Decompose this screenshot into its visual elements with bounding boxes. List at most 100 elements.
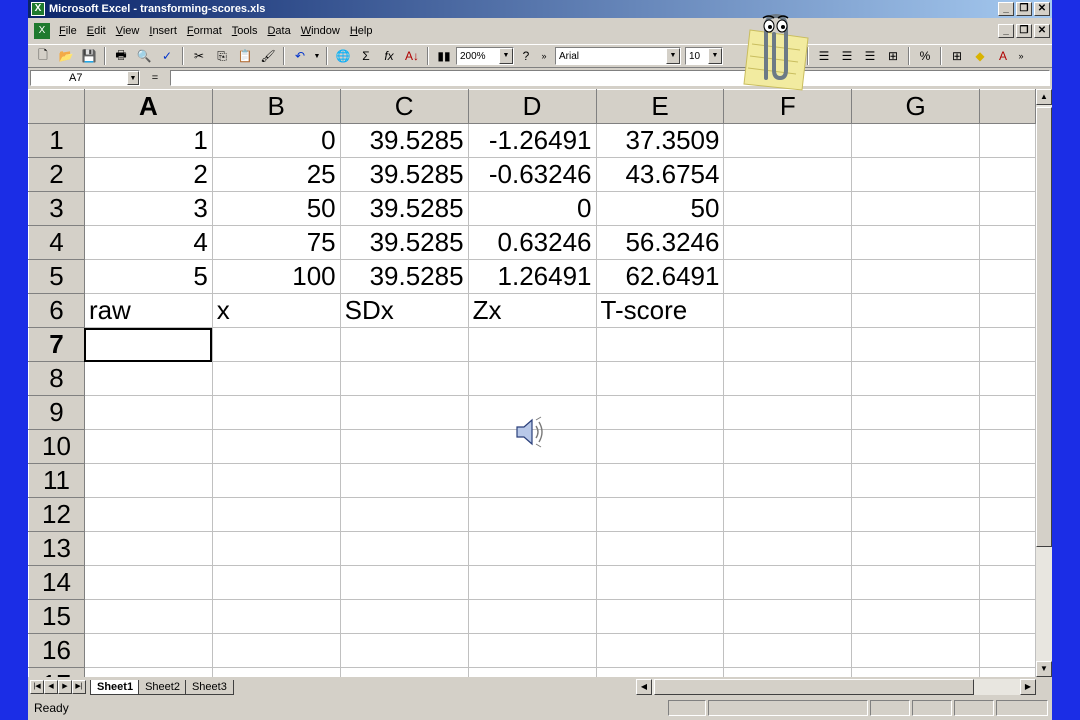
clippy-assistant-icon[interactable]	[736, 8, 816, 92]
cell-g8[interactable]	[851, 361, 981, 396]
scroll-up-icon[interactable]: ▲	[1036, 89, 1052, 105]
cell-b16[interactable]	[211, 633, 341, 668]
column-header-a[interactable]: A	[83, 89, 213, 124]
scroll-left-icon[interactable]: ◀	[636, 679, 652, 695]
zoom-select[interactable]: 200% ▼	[456, 47, 514, 65]
align-right-icon[interactable]: ☰	[859, 46, 881, 66]
row-header-12[interactable]: 12	[28, 497, 85, 532]
workbook-minimize-button[interactable]: _	[998, 24, 1014, 38]
cell-f12[interactable]	[723, 497, 853, 532]
scroll-right-icon[interactable]: ▶	[1020, 679, 1036, 695]
cell-f6[interactable]	[723, 293, 853, 328]
row-header-14[interactable]: 14	[28, 565, 85, 600]
cell-e4[interactable]: 56.3246	[595, 225, 725, 260]
cell-e3[interactable]: 50	[595, 191, 725, 226]
horizontal-scroll-thumb[interactable]	[654, 679, 974, 695]
row-header-13[interactable]: 13	[28, 531, 85, 566]
cell-f4[interactable]	[723, 225, 853, 260]
cell-b12[interactable]	[211, 497, 341, 532]
cell-c4[interactable]: 39.5285	[339, 225, 469, 260]
cell-f7[interactable]	[723, 327, 853, 362]
cell-c3[interactable]: 39.5285	[339, 191, 469, 226]
cell-f2[interactable]	[723, 157, 853, 192]
cell-d15[interactable]	[467, 599, 597, 634]
toolbar-more-icon[interactable]: »	[1015, 46, 1027, 66]
cell-a4[interactable]: 4	[83, 225, 213, 260]
autosum-icon[interactable]: Σ	[355, 46, 377, 66]
cell-a2[interactable]: 2	[83, 157, 213, 192]
row-header-9[interactable]: 9	[28, 395, 85, 430]
cell-f8[interactable]	[723, 361, 853, 396]
cell-d5[interactable]: 1.26491	[467, 259, 597, 294]
prev-sheet-icon[interactable]: ◀	[44, 680, 58, 694]
align-center-icon[interactable]: ☰	[836, 46, 858, 66]
cell-c9[interactable]	[339, 395, 469, 430]
cell-a17[interactable]	[83, 667, 213, 677]
title-bar[interactable]: X Microsoft Excel - transforming-scores.…	[28, 0, 1052, 18]
formula-input[interactable]	[170, 70, 1050, 86]
menu-insert[interactable]: Insert	[144, 25, 182, 37]
cell-e12[interactable]	[595, 497, 725, 532]
tab-sheet1[interactable]: Sheet1	[90, 679, 141, 695]
cell-g11[interactable]	[851, 463, 981, 498]
spelling-icon[interactable]: ✓	[156, 46, 178, 66]
cell-b13[interactable]	[211, 531, 341, 566]
cell-a14[interactable]	[83, 565, 213, 600]
cell-a5[interactable]: 5	[83, 259, 213, 294]
minimize-button[interactable]: _	[998, 2, 1014, 16]
cell-a7[interactable]	[83, 327, 213, 362]
cell-b9[interactable]	[211, 395, 341, 430]
cell-f11[interactable]	[723, 463, 853, 498]
column-header-d[interactable]: D	[467, 89, 597, 124]
workbook-icon[interactable]: X	[34, 23, 50, 39]
cell-d3[interactable]: 0	[467, 191, 597, 226]
cell-e15[interactable]	[595, 599, 725, 634]
cut-icon[interactable]: ✂	[188, 46, 210, 66]
cell-a15[interactable]	[83, 599, 213, 634]
hyperlink-icon[interactable]: 🌐	[332, 46, 354, 66]
menu-format[interactable]: Format	[182, 25, 227, 37]
cell-f13[interactable]	[723, 531, 853, 566]
close-button[interactable]: ✕	[1034, 2, 1050, 16]
last-sheet-icon[interactable]: ▶|	[72, 680, 86, 694]
function-icon[interactable]: fx	[378, 46, 400, 66]
menu-file[interactable]: File	[54, 25, 82, 37]
chevron-down-icon[interactable]: ▼	[708, 48, 722, 64]
next-sheet-icon[interactable]: ▶	[58, 680, 72, 694]
cell-d1[interactable]: -1.26491	[467, 123, 597, 158]
cell-e2[interactable]: 43.6754	[595, 157, 725, 192]
row-header-15[interactable]: 15	[28, 599, 85, 634]
cell-g10[interactable]	[851, 429, 981, 464]
cell-g6[interactable]	[851, 293, 981, 328]
open-folder-icon[interactable]: 📂	[55, 46, 77, 66]
chevron-down-icon[interactable]: ▼	[499, 48, 513, 64]
cell-b14[interactable]	[211, 565, 341, 600]
cell-d13[interactable]	[467, 531, 597, 566]
cell-a10[interactable]	[83, 429, 213, 464]
workbook-restore-button[interactable]: ❐	[1016, 24, 1032, 38]
cell-g5[interactable]	[851, 259, 981, 294]
cell-d11[interactable]	[467, 463, 597, 498]
copy-icon[interactable]: ⎘	[211, 46, 233, 66]
chevron-down-icon[interactable]: ▼	[127, 71, 139, 85]
chart-wizard-icon[interactable]: ▮▮	[433, 46, 455, 66]
cell-g2[interactable]	[851, 157, 981, 192]
percent-icon[interactable]: %	[914, 46, 936, 66]
cell-c10[interactable]	[339, 429, 469, 464]
row-header-1[interactable]: 1	[28, 123, 85, 158]
column-header-e[interactable]: E	[595, 89, 725, 124]
vertical-scrollbar[interactable]: ▲ ▼	[1036, 89, 1052, 677]
cell-f9[interactable]	[723, 395, 853, 430]
chevron-down-icon[interactable]: ▼	[666, 48, 680, 64]
vertical-scroll-thumb[interactable]	[1036, 107, 1052, 547]
column-header-b[interactable]: B	[211, 89, 341, 124]
cell-b10[interactable]	[211, 429, 341, 464]
cell-a1[interactable]: 1	[83, 123, 213, 158]
cell-e13[interactable]	[595, 531, 725, 566]
menu-help[interactable]: Help	[345, 25, 378, 37]
select-all-corner[interactable]	[28, 89, 85, 124]
cell-g16[interactable]	[851, 633, 981, 668]
cell-c14[interactable]	[339, 565, 469, 600]
cell-f3[interactable]	[723, 191, 853, 226]
cell-b2[interactable]: 25	[211, 157, 341, 192]
